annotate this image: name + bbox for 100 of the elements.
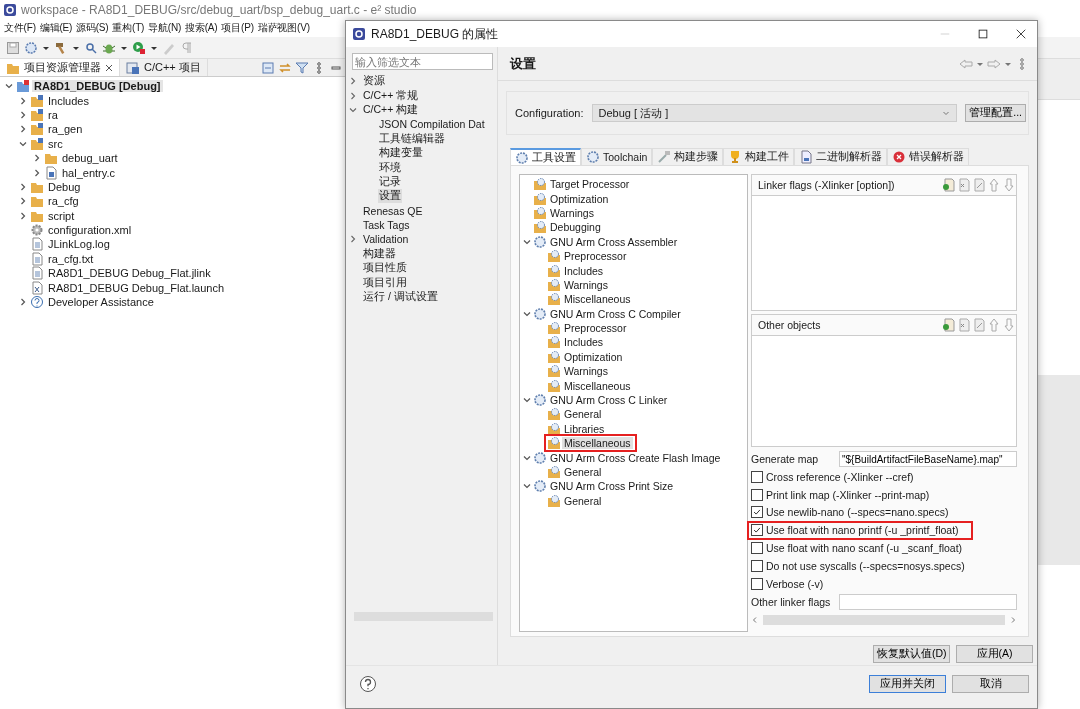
close-icon[interactable] — [1015, 28, 1027, 40]
menu-item[interactable]: 搜索(A) — [185, 21, 218, 35]
nav-item[interactable]: 构建变量 — [378, 146, 424, 161]
edit-icon[interactable] — [972, 318, 986, 332]
tree-item[interactable]: JLinkLog.log — [46, 238, 112, 251]
tree-item[interactable]: Warnings — [562, 278, 610, 291]
expander-icon[interactable] — [523, 453, 531, 462]
view-tab[interactable]: C/C++ 项目 — [120, 59, 208, 76]
tree-item[interactable]: GNU Arm Cross Print Size — [548, 480, 676, 493]
dialog-button[interactable]: 应用(A) — [956, 645, 1033, 663]
add-icon[interactable] — [942, 178, 956, 192]
nav-item[interactable]: Task Tags — [362, 219, 411, 232]
configuration-dropdown[interactable]: Debug [ 活动 ] — [591, 104, 958, 122]
expander-icon[interactable] — [33, 154, 41, 163]
gear-icon[interactable] — [24, 40, 38, 55]
tree-item[interactable]: configuration.xml — [46, 224, 134, 237]
dialog-button[interactable]: 取消 — [952, 675, 1029, 693]
expander-icon[interactable] — [523, 396, 531, 405]
tree-item[interactable]: General — [562, 466, 604, 478]
tree-item[interactable]: ra — [46, 108, 60, 121]
tree-item[interactable]: Debug — [46, 180, 83, 193]
tree-item[interactable]: ra_cfg.txt — [46, 252, 96, 265]
checkbox[interactable] — [751, 488, 763, 501]
menu-item[interactable]: 导航(N) — [148, 21, 182, 35]
view-tab[interactable]: 项目资源管理器 — [0, 59, 120, 76]
tree-item[interactable]: Preprocessor — [562, 322, 629, 335]
tree-item[interactable]: Includes — [562, 336, 606, 349]
expander-icon[interactable] — [19, 298, 27, 307]
tree-item[interactable]: RA8D1_DEBUG Debug_Flat.launch — [46, 281, 227, 294]
close-icon[interactable] — [105, 63, 113, 72]
expander-icon[interactable] — [19, 211, 27, 220]
scroll-bar[interactable] — [751, 613, 1017, 626]
tree-item[interactable]: Miscellaneous — [562, 379, 633, 392]
tab[interactable]: 工具设置 — [510, 148, 581, 165]
save-icon[interactable] — [6, 40, 20, 55]
tree-item[interactable]: GNU Arm Cross Assembler — [548, 235, 680, 248]
tree-item[interactable]: ra_gen — [46, 123, 85, 136]
tree-item[interactable]: Developer Assistance — [46, 296, 156, 309]
generate-map-field[interactable]: "${BuildArtifactFileBaseName}.map" — [839, 451, 1017, 467]
nav-item[interactable]: 工具链编辑器 — [378, 131, 446, 146]
menu-item[interactable]: 源码(S) — [76, 21, 109, 35]
other-flags-field[interactable] — [839, 593, 1017, 610]
edit-icon[interactable] — [972, 178, 986, 192]
tree-item[interactable]: GNU Arm Cross C Compiler — [548, 307, 683, 320]
expander-icon[interactable] — [19, 182, 27, 191]
filter-icon[interactable] — [295, 60, 309, 75]
expander-icon[interactable] — [349, 91, 357, 100]
nav-item[interactable]: Validation — [362, 233, 410, 246]
tree-item[interactable]: debug_uart — [60, 152, 120, 165]
tree-item[interactable]: General — [562, 494, 604, 507]
tree-item[interactable]: Miscellaneous — [562, 437, 633, 450]
nav-item[interactable]: 记录 — [378, 174, 402, 189]
tree-item[interactable]: hal_entry.c — [60, 166, 117, 179]
nav-item[interactable]: C/C++ 构建 — [362, 102, 420, 117]
expander-icon[interactable] — [523, 309, 531, 318]
expander-icon[interactable] — [349, 235, 357, 244]
expander-icon[interactable] — [523, 482, 531, 491]
filter-field[interactable]: 输入筛选文本 — [352, 53, 493, 70]
tree-item[interactable]: GNU Arm Cross Create Flash Image — [548, 451, 723, 464]
help-icon[interactable] — [359, 675, 377, 693]
tree-item[interactable]: Optimization — [562, 350, 625, 363]
nav-item[interactable]: JSON Compilation Dat — [378, 118, 486, 131]
tree-item[interactable]: Preprocessor — [562, 250, 629, 263]
tree-item[interactable]: Includes — [562, 264, 606, 277]
tree-item[interactable]: General — [562, 408, 604, 421]
maximize-icon[interactable] — [977, 28, 989, 40]
checkbox[interactable] — [751, 506, 763, 519]
checkbox[interactable] — [751, 559, 763, 572]
checkbox[interactable] — [751, 577, 763, 590]
run-icon[interactable] — [132, 40, 146, 55]
expander-icon[interactable] — [5, 82, 13, 91]
dialog-button[interactable]: 恢复默认值(D) — [873, 645, 950, 663]
tree-item[interactable]: Libraries — [562, 422, 607, 435]
tree-item[interactable]: Optimization — [548, 192, 611, 205]
expander-icon[interactable] — [19, 110, 27, 119]
checkbox[interactable] — [751, 524, 763, 537]
tree-item[interactable]: Warnings — [548, 206, 596, 219]
link-arrows-icon[interactable] — [278, 60, 292, 75]
manage-configurations-button[interactable]: 管理配置... — [965, 104, 1026, 122]
dialog-button[interactable]: 应用并关闭 — [869, 675, 946, 693]
tree-item[interactable]: RA8D1_DEBUG [Debug] — [32, 80, 163, 93]
nav-item[interactable]: 运行 / 调试设置 — [362, 290, 439, 305]
tree-item[interactable]: Debugging — [548, 221, 603, 234]
delete-icon[interactable] — [957, 318, 971, 332]
tree-item[interactable]: RA8D1_DEBUG Debug_Flat.jlink — [46, 267, 213, 280]
expander-icon[interactable] — [19, 125, 27, 134]
expander-icon[interactable] — [19, 96, 27, 105]
nav-item[interactable]: Renesas QE — [362, 204, 424, 217]
tree-item[interactable]: ra_cfg — [46, 195, 81, 208]
nav-item[interactable]: 环境 — [378, 160, 402, 175]
menu-item[interactable]: 重构(T) — [112, 21, 145, 35]
tree-item[interactable]: Miscellaneous — [562, 293, 633, 306]
checkbox[interactable] — [751, 470, 763, 483]
expander-icon[interactable] — [19, 139, 27, 148]
checkbox[interactable] — [751, 542, 763, 555]
tree-item[interactable]: Warnings — [562, 365, 610, 378]
nav-item[interactable]: C/C++ 常规 — [362, 88, 420, 103]
nav-item[interactable]: 资源 — [362, 74, 386, 89]
tree-item[interactable]: GNU Arm Cross C Linker — [548, 394, 670, 407]
expander-icon[interactable] — [523, 237, 531, 246]
